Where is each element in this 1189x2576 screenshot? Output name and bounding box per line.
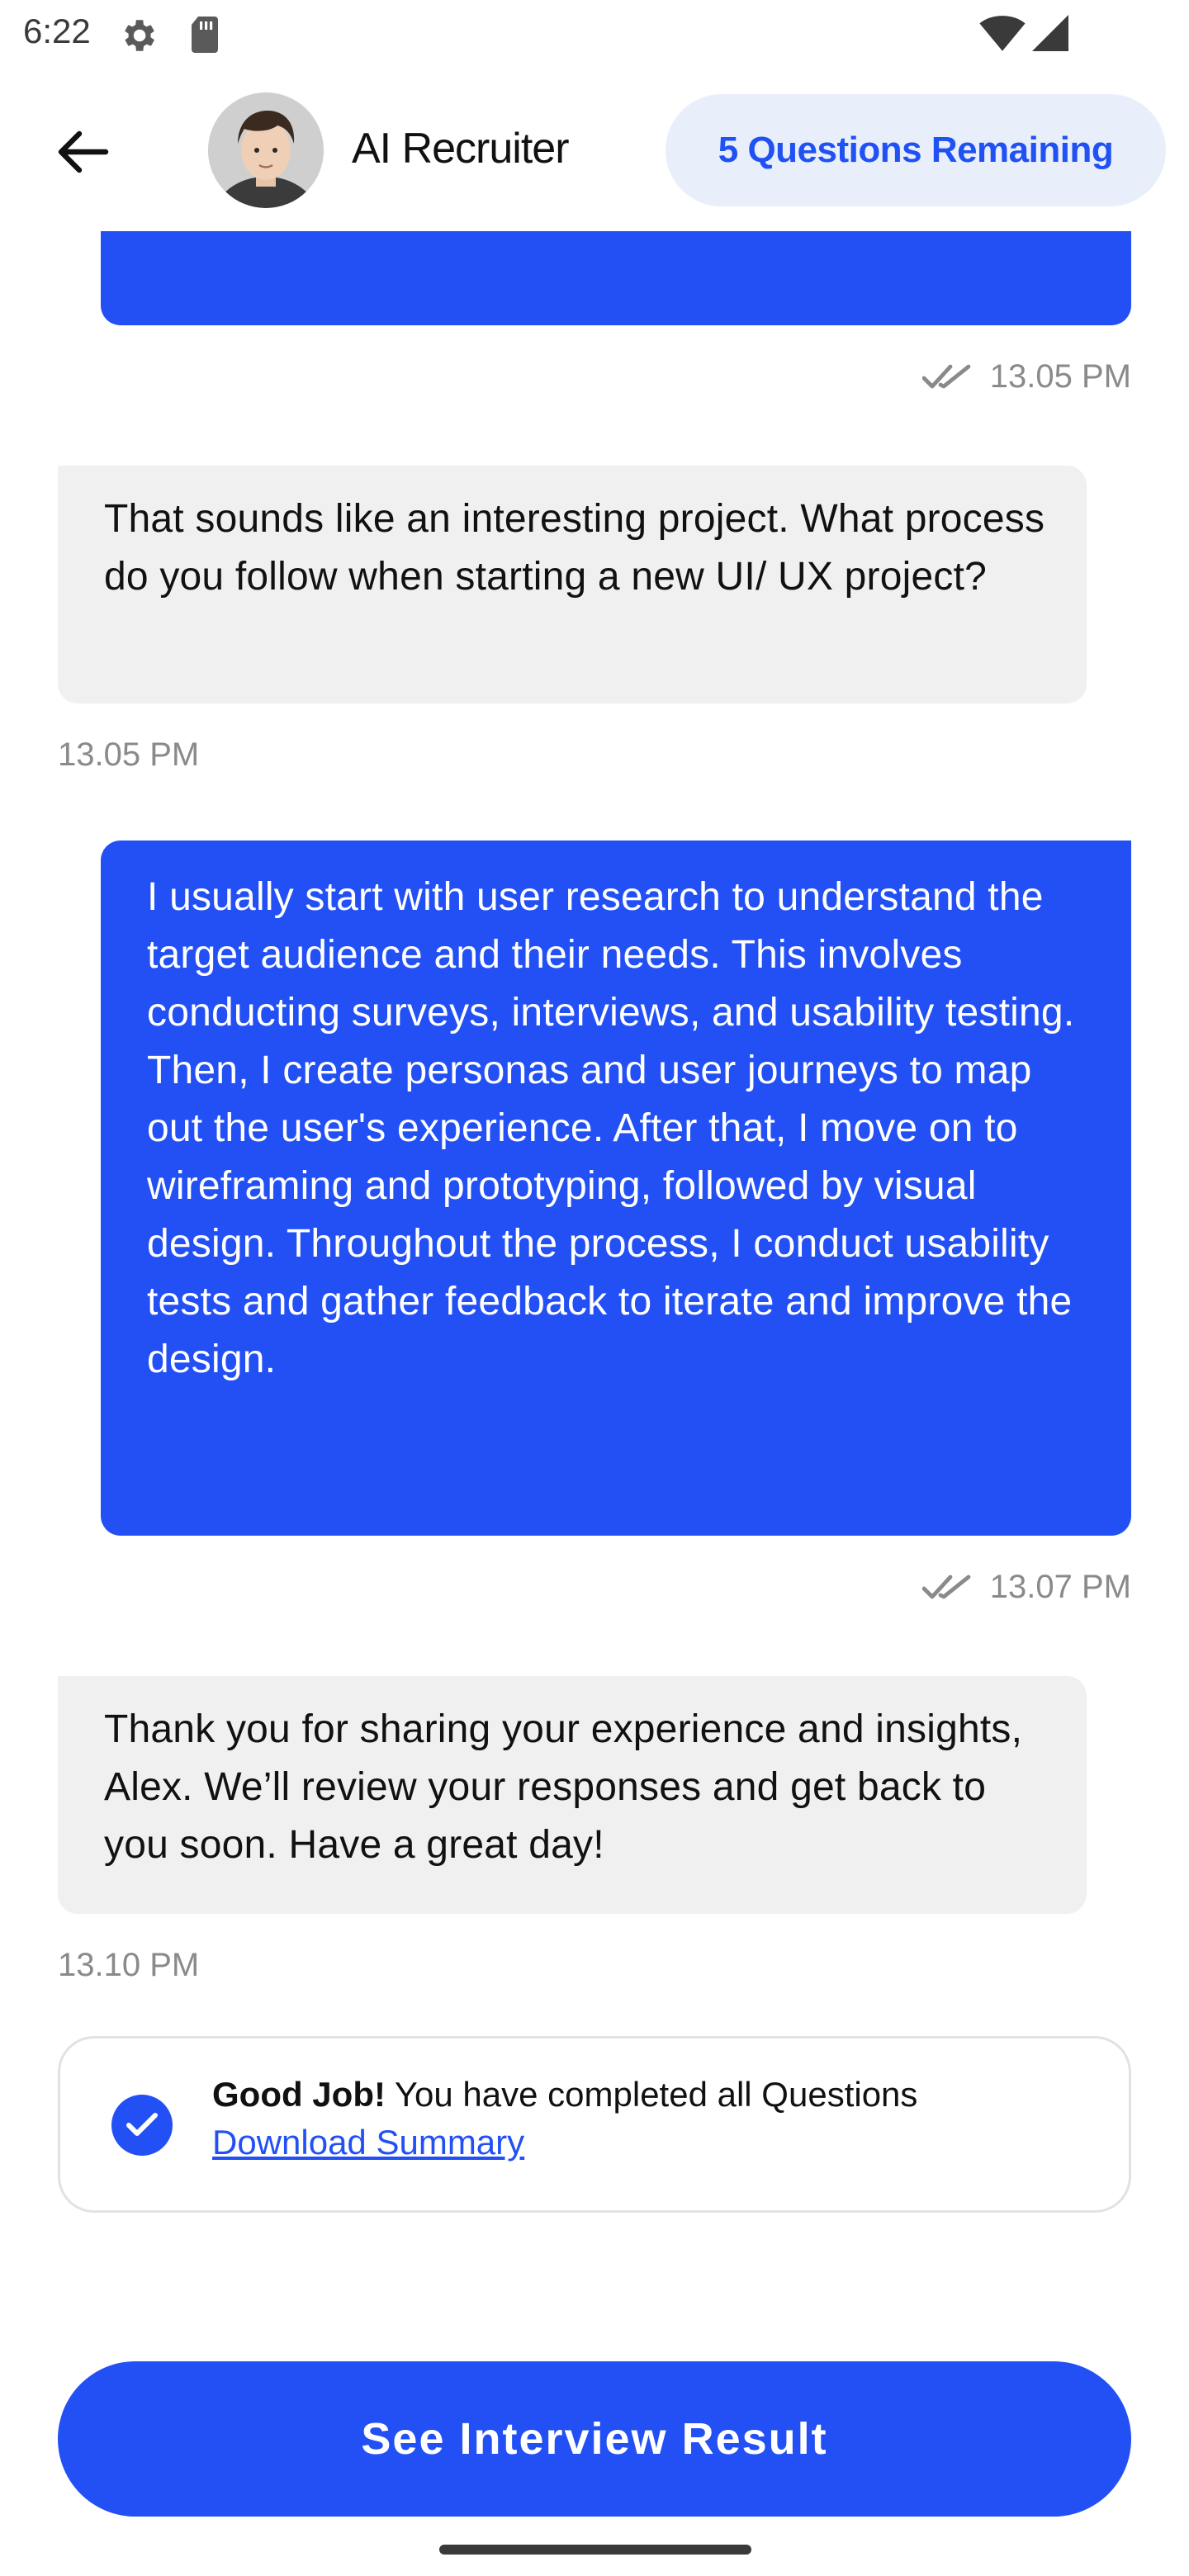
arrow-left-icon	[58, 130, 109, 173]
recruiter-avatar-image	[208, 92, 324, 208]
message-timestamp: 13.07 PM	[989, 1569, 1131, 1605]
double-check-icon	[921, 1574, 971, 1598]
status-time: 6:22	[23, 12, 91, 50]
completion-card: Good Job! You have completed all Questio…	[58, 2036, 1131, 2213]
check-circle-icon	[111, 2095, 173, 2156]
user-message-bubble: I usually start with user research to un…	[101, 841, 1131, 1536]
see-interview-result-label: See Interview Result	[361, 2414, 828, 2464]
questions-remaining-label: 5 Questions Remaining	[718, 130, 1114, 170]
completion-bold: Good Job!	[212, 2075, 386, 2114]
message-meta: 13.05 PM	[921, 358, 1131, 395]
wifi-icon	[979, 16, 1026, 51]
message-timestamp: 13.10 PM	[58, 1947, 200, 1983]
see-interview-result-button[interactable]: See Interview Result	[58, 2361, 1131, 2517]
message-timestamp: 13.05 PM	[989, 358, 1131, 395]
bot-message-bubble: That sounds like an interesting project.…	[58, 466, 1087, 703]
back-button[interactable]	[50, 119, 116, 185]
questions-remaining-badge: 5 Questions Remaining	[666, 94, 1166, 206]
message-text: Thank you for sharing your experience an…	[104, 1707, 1023, 1867]
sd-card-icon	[192, 17, 218, 53]
completion-text: You have completed all Questions	[385, 2075, 918, 2114]
status-bar: 6:22	[0, 0, 1189, 69]
home-indicator[interactable]	[439, 2545, 751, 2555]
bot-message-bubble: Thank you for sharing your experience an…	[58, 1676, 1087, 1914]
message-meta: 13.07 PM	[921, 1569, 1131, 1606]
download-summary-link[interactable]: Download Summary	[212, 2123, 524, 2162]
message-text: That sounds like an interesting project.…	[104, 497, 1045, 599]
avatar	[208, 92, 324, 208]
gear-icon	[125, 20, 154, 51]
cell-signal-icon	[1032, 15, 1068, 51]
double-check-icon	[921, 364, 971, 388]
message-text: I usually start with user research to un…	[147, 875, 1075, 1381]
completion-message: Good Job! You have completed all Questio…	[212, 2075, 917, 2114]
page-title: AI Recruiter	[352, 125, 570, 173]
chat-header: AI Recruiter 5 Questions Remaining	[0, 69, 1189, 231]
message-timestamp: 13.05 PM	[58, 736, 200, 773]
